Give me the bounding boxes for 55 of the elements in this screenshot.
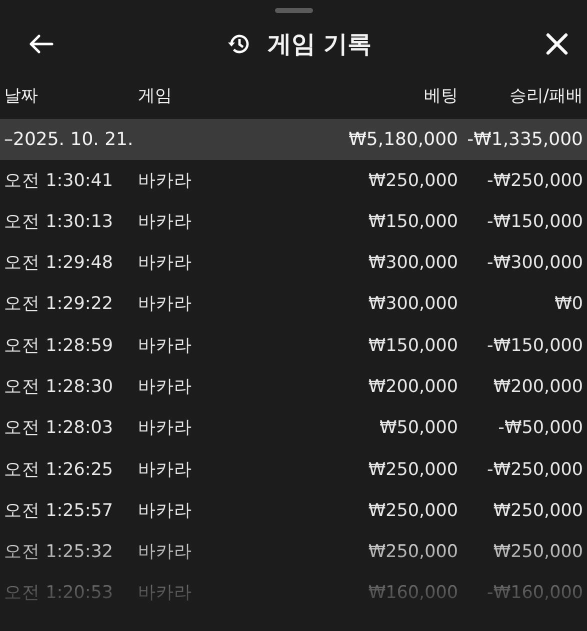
- column-header[interactable]: 승리/패배: [458, 84, 583, 110]
- table-cell-text: 오전 1:29:22: [4, 293, 114, 316]
- table-cell-text: -₩250,000: [486, 458, 583, 482]
- table-cell-text: 바카라: [138, 376, 193, 399]
- table-cell-text: ₩150,000: [367, 210, 458, 234]
- table-cell-text: 오전 1:25:32: [4, 541, 114, 564]
- table-cell-text: -₩50,000: [497, 417, 583, 440]
- table-cell-text: ₩300,000: [367, 293, 458, 316]
- table-cell-text: 바카라: [138, 334, 193, 358]
- table-cell-text: -₩150,000: [486, 210, 583, 234]
- table-cell-text: 오전 1:28:59: [4, 334, 114, 358]
- date-group-row[interactable]: –2025. 10. 21. ₩5,180,000 -₩1,335,000: [0, 119, 587, 160]
- table-cell-text: ₩250,000: [367, 541, 458, 564]
- table-cell-text: -₩150,000: [486, 334, 583, 358]
- group-bet-total: ₩5,180,000: [348, 128, 458, 152]
- table-cell-text: ₩0: [554, 293, 583, 316]
- table-cell-text: 바카라: [138, 417, 193, 440]
- table-cell-text: 바카라: [138, 458, 193, 482]
- window-title: 게임 기록: [267, 29, 372, 60]
- table-cell-text: ₩250,000: [492, 500, 583, 523]
- table-cell-text: ₩160,000: [367, 582, 458, 606]
- table-cell-text: 오전 1:25:57: [4, 500, 114, 523]
- table-cell-text: ₩250,000: [492, 541, 583, 564]
- group-result-total: -₩1,335,000: [466, 128, 583, 152]
- table-cell-text: 바카라: [138, 252, 193, 276]
- column-header[interactable]: 날짜: [4, 84, 138, 110]
- table-cell-text: 오전 1:20:53: [4, 582, 114, 606]
- table-cell-text: 오전 1:28:30: [4, 376, 114, 399]
- table-cell-text: 오전 1:26:25: [4, 458, 114, 482]
- table-cell-text: 오전 1:29:48: [4, 252, 114, 276]
- table-cell-text: ₩250,000: [367, 500, 458, 523]
- table-cell-text: 바카라: [138, 210, 193, 234]
- table-cell-text: -₩160,000: [486, 582, 583, 606]
- column-header[interactable]: 게임: [138, 84, 268, 110]
- table-cell-text: -₩250,000: [486, 170, 583, 193]
- history-icon: [227, 32, 252, 56]
- table-cell-text: 바카라: [138, 541, 193, 564]
- table-cell-text: 오전 1:30:13: [4, 210, 114, 234]
- table-cell-text: ₩250,000: [367, 170, 458, 193]
- group-date: –2025. 10. 21.: [4, 128, 134, 152]
- table-cell-text: ₩250,000: [367, 458, 458, 482]
- table-cell-text: ₩200,000: [492, 376, 583, 399]
- table-cell-text: 오전 1:30:41: [4, 170, 114, 193]
- table-cell-text: ₩150,000: [367, 334, 458, 358]
- table-cell-text: ₩200,000: [367, 376, 458, 399]
- table-cell-text: ₩300,000: [367, 252, 458, 276]
- table-cell-text: 바카라: [138, 500, 193, 523]
- table-cell-text: 바카라: [138, 170, 193, 193]
- drag-handle[interactable]: [274, 8, 312, 13]
- table-cell-text: ₩50,000: [378, 417, 458, 440]
- table-cell-text: -₩300,000: [486, 252, 583, 276]
- table-cell-text: 바카라: [138, 582, 193, 606]
- table-cell-text: 바카라: [138, 293, 193, 316]
- table-cell-text: 오전 1:28:03: [4, 417, 114, 440]
- column-header[interactable]: 베팅: [268, 84, 458, 110]
